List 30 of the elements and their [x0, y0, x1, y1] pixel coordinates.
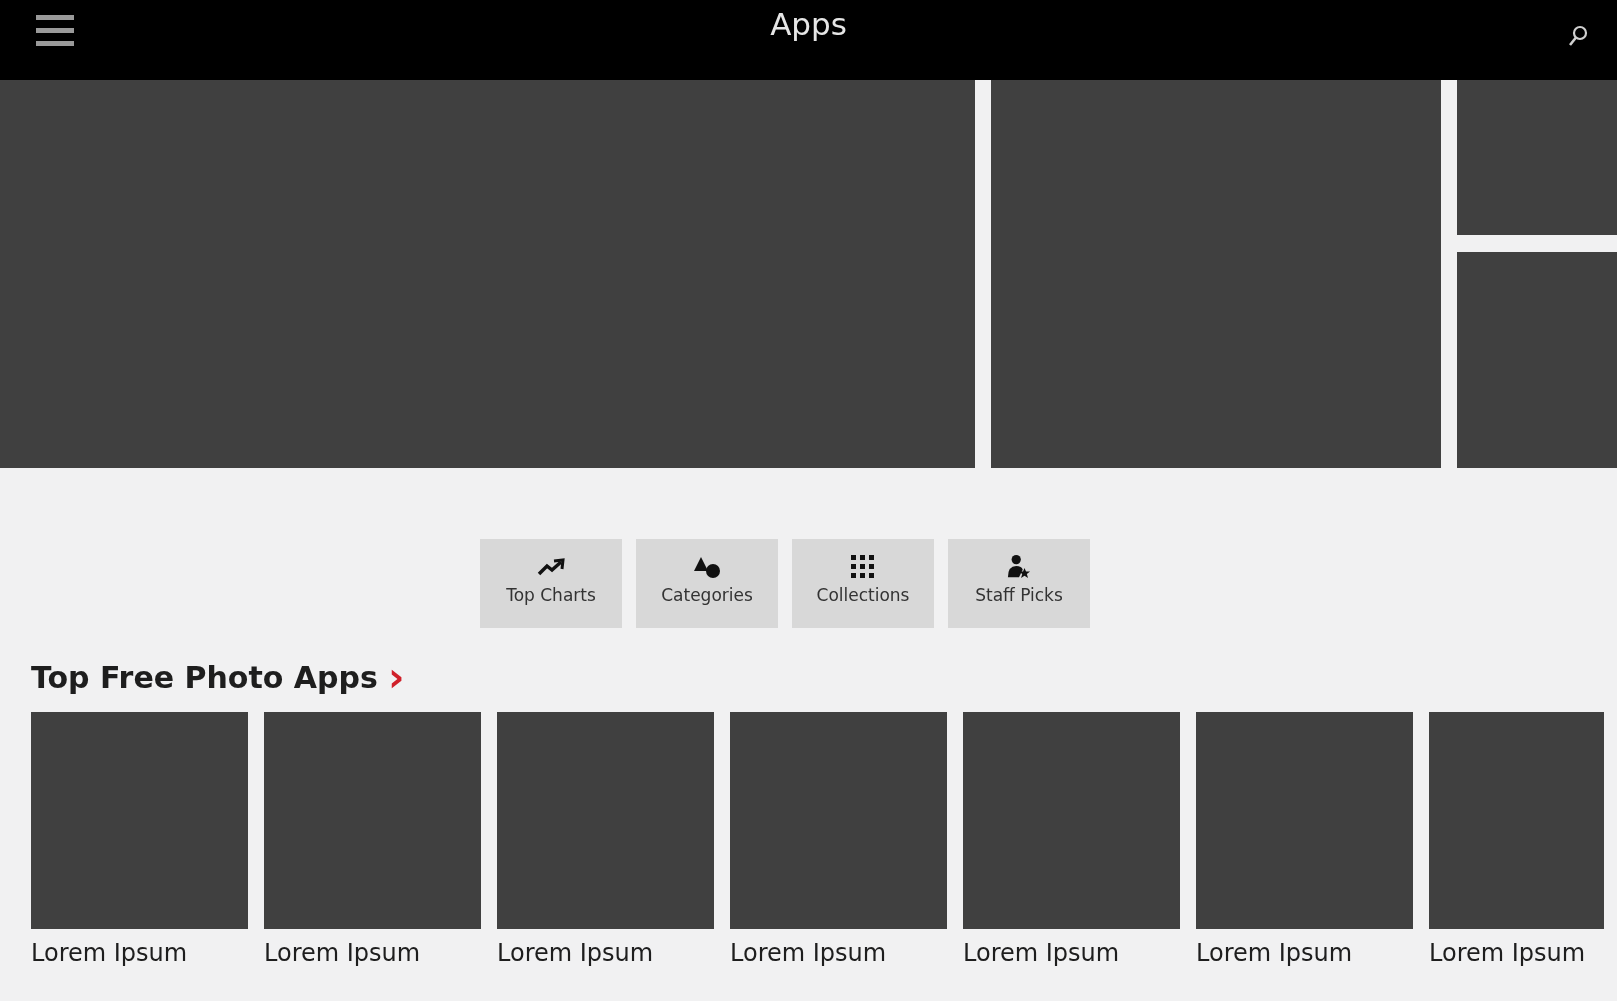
nav-button[interactable]: Categories	[636, 539, 778, 628]
app-thumbnail[interactable]	[730, 712, 947, 929]
banner-tile[interactable]	[991, 80, 1441, 468]
window-title: Apps	[770, 6, 847, 42]
app-name[interactable]: Lorem Ipsum	[963, 939, 1120, 967]
person-star-icon	[1007, 555, 1031, 579]
app-thumbnail[interactable]	[1196, 712, 1413, 929]
app-thumbnail[interactable]	[1429, 712, 1604, 929]
app-name[interactable]: Lorem Ipsum	[730, 939, 887, 967]
app-thumbnail[interactable]	[264, 712, 481, 929]
app-thumbnail[interactable]	[963, 712, 1180, 929]
app-name[interactable]: Lorem Ipsum	[1196, 939, 1353, 967]
nav-button[interactable]: Staff Picks	[948, 539, 1090, 628]
banner-tile[interactable]	[1457, 252, 1617, 468]
menu-icon[interactable]	[36, 14, 74, 48]
shapes-icon	[692, 555, 722, 579]
section-title[interactable]: Top Free Photo Apps	[31, 659, 378, 695]
nav-button[interactable]: Top Charts	[480, 539, 622, 628]
app-thumbnail[interactable]	[31, 712, 248, 929]
nav-button[interactable]: Collections	[792, 539, 934, 628]
search-icon[interactable]	[1568, 25, 1588, 47]
grid-icon	[851, 555, 875, 579]
app-name[interactable]: Lorem Ipsum	[497, 939, 654, 967]
app-name[interactable]: Lorem Ipsum	[31, 939, 188, 967]
more-chevron[interactable]: ›	[387, 657, 405, 697]
app-thumbnail[interactable]	[497, 712, 714, 929]
app-name[interactable]: Lorem Ipsum	[1429, 939, 1586, 967]
app-name[interactable]: Lorem Ipsum	[264, 939, 421, 967]
banner-tile[interactable]	[0, 80, 975, 468]
banner-tile[interactable]	[1457, 80, 1617, 235]
